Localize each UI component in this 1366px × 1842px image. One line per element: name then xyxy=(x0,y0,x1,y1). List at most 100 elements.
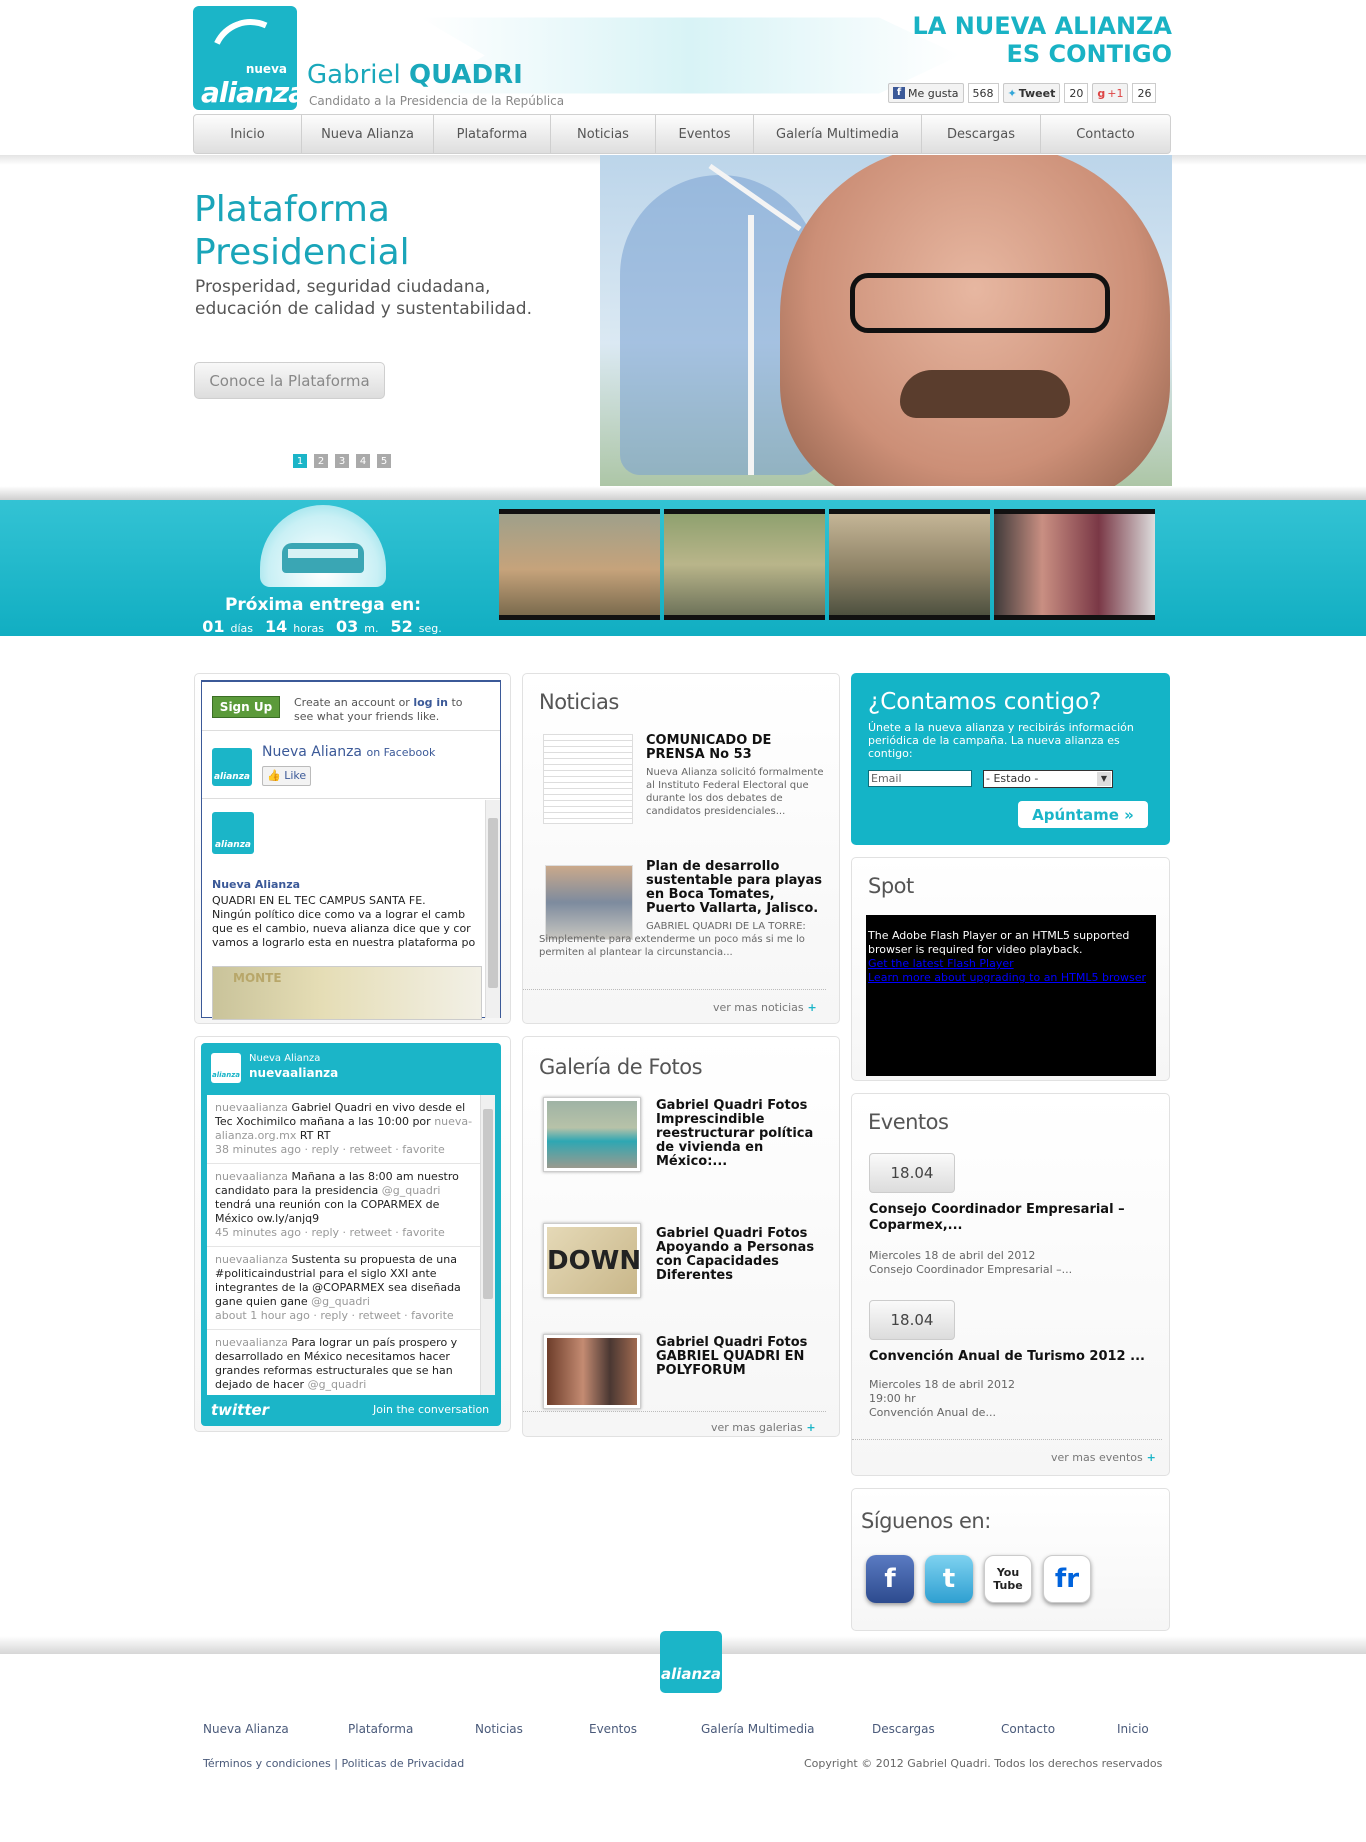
gallery-photo-1[interactable] xyxy=(543,1097,641,1172)
gallery-photo-3[interactable] xyxy=(543,1334,641,1409)
google-icon: g xyxy=(1097,86,1106,100)
footer-link-inicio[interactable]: Inicio xyxy=(1117,1722,1149,1736)
video-thumbnail-1[interactable] xyxy=(499,509,660,620)
slider-page-3[interactable]: 3 xyxy=(335,454,349,468)
more-events-link[interactable]: ver mas eventos xyxy=(1051,1451,1156,1464)
tweet-meta[interactable]: about 1 hour ago · reply · retweet · fav… xyxy=(215,1309,475,1323)
gallery-photo-2[interactable]: DOWN xyxy=(543,1223,641,1298)
video-thumbnail-2[interactable] xyxy=(664,509,825,620)
footer-link-plataforma[interactable]: Plataforma xyxy=(348,1722,413,1736)
slider-page-5[interactable]: 5 xyxy=(377,454,391,468)
fb-like-button[interactable]: 👍 Like xyxy=(262,766,312,786)
apuntame-button[interactable]: Apúntame » xyxy=(1018,801,1148,828)
footer-link-contacto[interactable]: Contacto xyxy=(1001,1722,1055,1736)
more-gallery-link[interactable]: ver mas galerias xyxy=(711,1421,816,1434)
twitter-icon[interactable]: t xyxy=(925,1555,973,1603)
news-item-title-1[interactable]: COMUNICADO DE PRENSA No 53 xyxy=(646,734,816,762)
video-thumbnail-4[interactable] xyxy=(994,509,1155,620)
tweet-scrollbar-thumb[interactable] xyxy=(483,1109,493,1299)
gallery-item-title-2[interactable]: Gabriel Quadri Fotos Apoyando a Personas… xyxy=(656,1227,816,1283)
gallery-item-title-1[interactable]: Gabriel Quadri Fotos Imprescindible rees… xyxy=(656,1099,816,1169)
nav-nueva-alianza[interactable]: Nueva Alianza xyxy=(302,115,434,153)
news-thumbnail-1[interactable] xyxy=(543,734,633,824)
gallery-item-title-3[interactable]: Gabriel Quadri Fotos GABRIEL QUADRI EN P… xyxy=(656,1336,816,1378)
youtube-label: You Tube xyxy=(993,1566,1023,1592)
like-count: 568 xyxy=(967,83,999,103)
tweet-link[interactable]: @g_quadri xyxy=(382,1184,441,1197)
more-news-link[interactable]: ver mas noticias xyxy=(713,1001,817,1014)
google-plus-button[interactable]: g +1 xyxy=(1092,83,1129,103)
event-title-1[interactable]: Consejo Coordinador Empresarial – Coparm… xyxy=(869,1202,1159,1234)
fb-page-logo[interactable]: alianza xyxy=(212,748,252,786)
video-thumbnail-3[interactable] xyxy=(829,509,990,620)
html5-upgrade-link[interactable]: Learn more about upgrading to an HTML5 b… xyxy=(868,971,1156,985)
flickr-icon[interactable]: fr xyxy=(1043,1555,1091,1603)
email-field[interactable]: Email xyxy=(868,770,972,787)
terms-link[interactable]: Términos y condiciones xyxy=(203,1757,331,1770)
event-1-line-1: Miercoles 18 de abril del 2012 xyxy=(869,1249,1036,1262)
tweet-user[interactable]: nuevaalianza xyxy=(215,1336,288,1349)
twitter-avatar[interactable]: alianza xyxy=(211,1053,241,1083)
nav-noticias[interactable]: Noticias xyxy=(551,115,656,153)
flash-player-link[interactable]: Get the latest Flash Player xyxy=(868,957,1156,971)
fb-scrollbar[interactable] xyxy=(485,800,500,1018)
footer-link-descargas[interactable]: Descargas xyxy=(872,1722,935,1736)
join-conversation-link[interactable]: Join the conversation xyxy=(373,1403,489,1416)
footer-link-nueva-alianza[interactable]: Nueva Alianza xyxy=(203,1722,289,1736)
footer-link-eventos[interactable]: Eventos xyxy=(589,1722,637,1736)
fb-page-name[interactable]: Nueva Alianza on Facebook xyxy=(262,744,435,760)
tweet-item: nuevaalianza Gabriel Quadri en vivo desd… xyxy=(207,1095,495,1164)
facebook-login-link[interactable]: log in xyxy=(413,696,448,709)
nav-inicio[interactable]: Inicio xyxy=(194,115,302,153)
hero-shadow xyxy=(0,486,1366,500)
youtube-icon[interactable]: You Tube xyxy=(984,1555,1032,1603)
event-details-1: Miercoles 18 de abril del 2012 Consejo C… xyxy=(869,1249,1159,1277)
conoce-plataforma-button[interactable]: Conoce la Plataforma xyxy=(194,362,385,399)
video-thumb-image-3 xyxy=(829,514,990,615)
facebook-signup-button[interactable]: Sign Up xyxy=(212,696,280,718)
fb-divider xyxy=(202,730,500,731)
twitter-bird-icon: ✦ xyxy=(1007,86,1017,100)
twitter-handle[interactable]: nuevaalianza xyxy=(249,1066,338,1080)
tweet-meta[interactable]: 45 minutes ago · reply · retweet · favor… xyxy=(215,1226,475,1240)
nueva-alianza-logo[interactable]: nueva alianza xyxy=(193,6,297,110)
tweet-tail: RT RT xyxy=(299,1129,331,1142)
nav-descargas[interactable]: Descargas xyxy=(922,115,1041,153)
fb-post-avatar[interactable]: alianza xyxy=(212,812,254,854)
slider-page-2[interactable]: 2 xyxy=(314,454,328,468)
fb-post-author[interactable]: Nueva Alianza xyxy=(212,878,300,891)
tweet-scrollbar[interactable] xyxy=(480,1095,495,1395)
gplus-count: 26 xyxy=(1132,83,1157,103)
tweet-meta[interactable]: 38 minutes ago · reply · retweet · favor… xyxy=(215,1143,475,1157)
privacy-link[interactable]: Politicas de Privacidad xyxy=(341,1757,464,1770)
fb-post-photo[interactable]: MONTE xyxy=(212,966,482,1020)
facebook-like-button[interactable]: f Me gusta xyxy=(888,83,964,103)
tweet-user[interactable]: nuevaalianza xyxy=(215,1101,288,1114)
tweet-link[interactable]: @g_quadri xyxy=(308,1378,367,1391)
news-item-title-2[interactable]: Plan de desarrollo sustentable para play… xyxy=(646,860,822,916)
slider-page-1[interactable]: 1 xyxy=(293,454,307,468)
tweet-user[interactable]: nuevaalianza xyxy=(215,1170,288,1183)
nav-contacto[interactable]: Contacto xyxy=(1041,115,1170,153)
footer-link-galeria[interactable]: Galería Multimedia xyxy=(701,1722,815,1736)
van-icon xyxy=(282,543,364,573)
state-select[interactable]: - Estado - xyxy=(983,770,1113,788)
facebook-icon[interactable]: f xyxy=(866,1555,914,1603)
fb-on-facebook: on Facebook xyxy=(366,746,436,759)
slider-page-4[interactable]: 4 xyxy=(356,454,370,468)
fb-page-name-text: Nueva Alianza xyxy=(262,744,363,760)
nav-plataforma[interactable]: Plataforma xyxy=(434,115,551,153)
hero-title-line-2: Presidencial xyxy=(194,232,410,273)
nav-eventos[interactable]: Eventos xyxy=(656,115,754,153)
footer-link-noticias[interactable]: Noticias xyxy=(475,1722,523,1736)
tweet-link[interactable]: @g_quadri xyxy=(311,1295,370,1308)
video-player[interactable]: The Adobe Flash Player or an HTML5 suppo… xyxy=(866,915,1156,1076)
tweet-button[interactable]: ✦ Tweet xyxy=(1002,83,1061,103)
tweet-count: 20 xyxy=(1064,83,1089,103)
tweet-user[interactable]: nuevaalianza xyxy=(215,1253,288,1266)
fb-scrollbar-thumb[interactable] xyxy=(488,818,498,988)
twitter-logo[interactable]: twitter xyxy=(211,1401,269,1419)
nav-galeria-multimedia[interactable]: Galería Multimedia xyxy=(754,115,922,153)
footer-logo[interactable]: alianza xyxy=(660,1631,722,1693)
event-title-2[interactable]: Convención Anual de Turismo 2012 ... xyxy=(869,1349,1159,1365)
